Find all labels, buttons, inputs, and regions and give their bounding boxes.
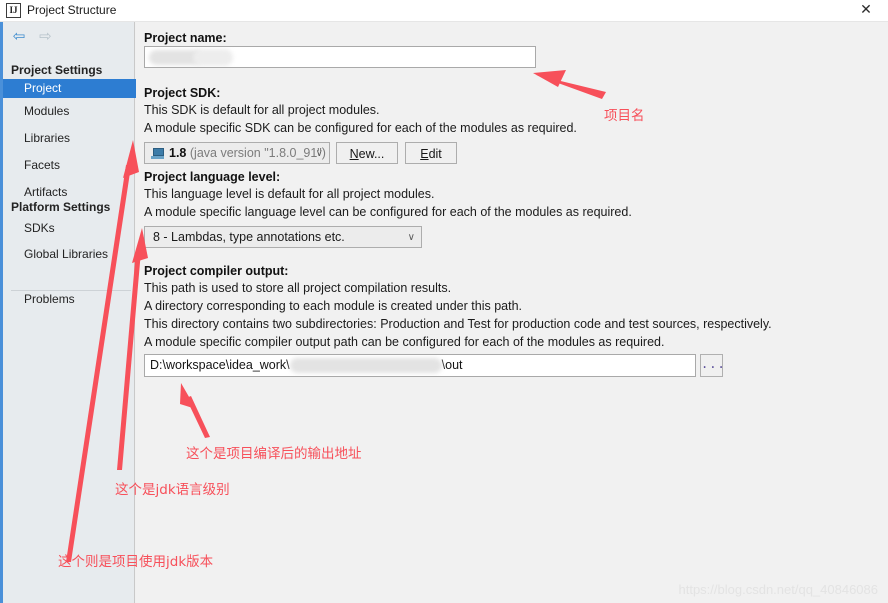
edit-sdk-button[interactable]: EEditdit [405,142,457,164]
compiler-output-desc-2: A directory corresponding to each module… [144,299,522,313]
language-level-value: 8 - Lambdas, type annotations etc. [153,230,345,244]
window-title: Project Structure [27,3,117,17]
language-level-label: Project language level: [144,170,281,184]
chevron-down-icon[interactable]: ∨ [408,227,415,247]
sidebar-item-project[interactable]: Project [3,79,138,98]
sidebar-item-facets[interactable]: Facets [6,156,135,175]
compiler-output-path-suffix: \out [441,358,463,372]
sidebar-item-modules[interactable]: Modules [6,102,135,121]
redaction-blob [193,49,233,66]
sidebar-group-project-settings: Project Settings [11,63,103,77]
project-sdk-combobox[interactable]: 1.8 (java version "1.8.0_91") ∨ [144,142,330,164]
sidebar: ⇦ ⇨ Project Settings Project Modules Lib… [0,22,138,603]
navigation-arrows: ⇦ ⇨ [8,26,56,46]
sidebar-item-global-libraries[interactable]: Global Libraries [6,245,135,264]
watermark: https://blog.csdn.net/qq_40846086 [678,582,879,597]
compiler-output-desc-4: A module specific compiler output path c… [144,335,665,349]
project-sdk-version: 1.8 [169,146,187,160]
redaction-blob [289,358,442,373]
sidebar-item-problems[interactable]: Problems [6,290,135,309]
sidebar-group-platform-settings: Platform Settings [11,200,111,214]
sdk-icon [151,148,164,159]
project-name-label: Project name: [144,31,227,45]
forward-arrow-icon[interactable]: ⇨ [34,26,56,46]
language-level-desc-2: A module specific language level can be … [144,205,632,219]
language-level-desc-1: This language level is default for all p… [144,187,435,201]
new-sdk-button[interactable]: NNew...ew... [336,142,398,164]
compiler-output-label: Project compiler output: [144,264,289,278]
title-bar: IJ Project Structure ✕ [0,0,888,22]
project-sdk-desc-1: This SDK is default for all project modu… [144,103,380,117]
compiler-output-desc-1: This path is used to store all project c… [144,281,452,295]
project-name-input[interactable] [144,46,536,68]
compiler-output-path-prefix: D:\workspace\idea_work\ [150,358,290,372]
compiler-output-input[interactable]: D:\workspace\idea_work\ \out [144,354,696,377]
project-sdk-java-version: (java version "1.8.0_91") [189,146,326,160]
intellij-idea-icon: IJ [6,3,21,18]
language-level-combobox[interactable]: 8 - Lambdas, type annotations etc. ∨ [144,226,422,248]
main-panel: Project name: Project SDK: This SDK is d… [136,22,888,603]
back-arrow-icon[interactable]: ⇦ [8,26,30,46]
project-sdk-desc-2: A module specific SDK can be configured … [144,121,577,135]
sidebar-item-sdks[interactable]: SDKs [6,219,135,238]
browse-compiler-output-button[interactable]: ... [700,354,725,377]
project-sdk-label: Project SDK: [144,86,221,100]
sidebar-item-libraries[interactable]: Libraries [6,129,135,148]
project-structure-dialog: IJ Project Structure ✕ ⇦ ⇨ Project Setti… [0,0,888,603]
compiler-output-desc-3: This directory contains two subdirectori… [144,317,772,331]
close-icon[interactable]: ✕ [852,1,880,20]
chevron-down-icon[interactable]: ∨ [316,143,323,163]
